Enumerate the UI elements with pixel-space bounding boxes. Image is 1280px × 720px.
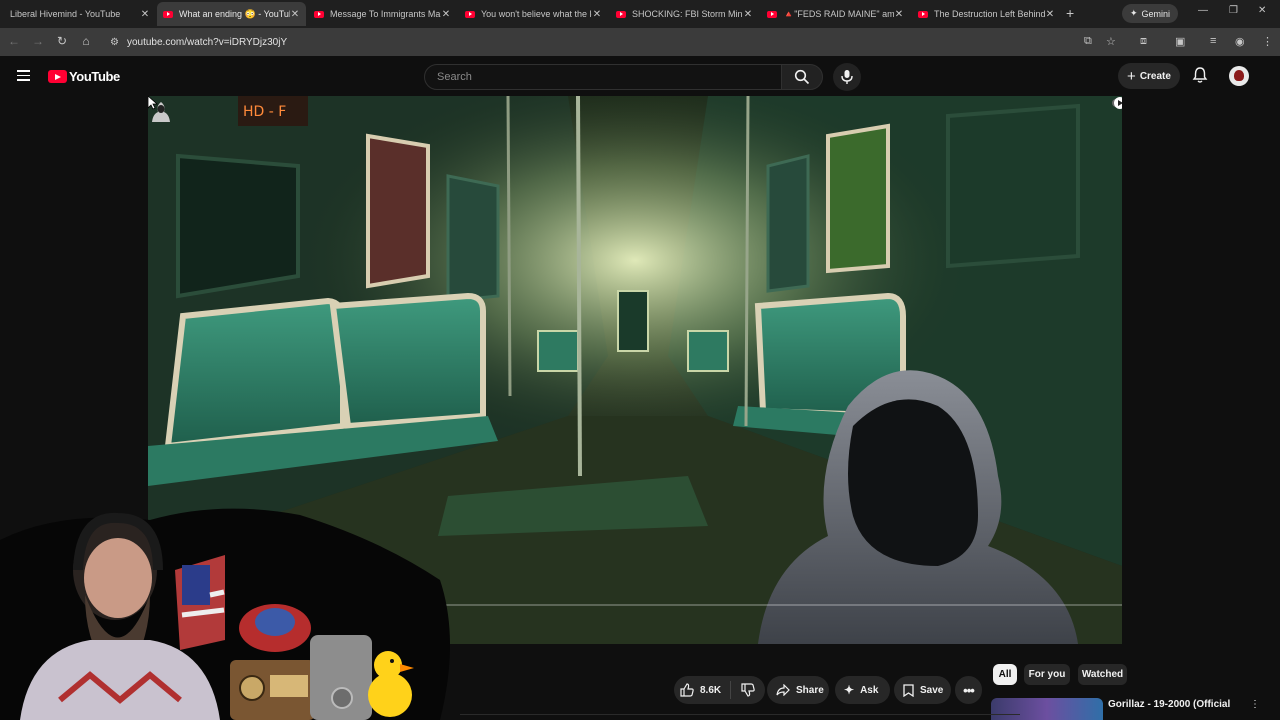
browser-tab-6[interactable]: The Destruction Left Behind ✕ [912, 2, 1061, 26]
youtube-favicon-icon [163, 10, 173, 18]
browser-tab-4[interactable]: SHOCKING: FBI Storm Minne ✕ [610, 2, 759, 26]
search-box[interactable] [424, 64, 782, 90]
tab-close-icon[interactable]: ✕ [140, 9, 150, 20]
notifications-bell-icon[interactable] [1192, 66, 1208, 84]
youtube-masthead: YouTube + Create [0, 56, 1280, 96]
youtube-favicon-icon [314, 10, 324, 18]
tab-title: 🔺"FEDS RAID MAINE" amid [783, 8, 894, 19]
tab-search-icon[interactable]: ▣ [1175, 35, 1185, 48]
search-button[interactable] [781, 64, 823, 90]
forward-icon[interactable]: → [30, 34, 46, 48]
tab-title: SHOCKING: FBI Storm Minne [632, 9, 743, 19]
gemini-button[interactable]: ✦ Gemini [1122, 4, 1179, 23]
browser-tab-3[interactable]: You won't believe what the le ✕ [459, 2, 608, 26]
create-label: Create [1139, 70, 1171, 82]
extensions-icon[interactable]: ⧈ [1140, 35, 1147, 48]
dislike-button[interactable] [731, 683, 765, 697]
profile-icon[interactable]: ◉ [1235, 35, 1245, 48]
back-icon[interactable]: ← [6, 34, 22, 48]
chip-all[interactable]: All [993, 664, 1017, 685]
tab-close-icon[interactable]: ✕ [441, 9, 451, 20]
thumbs-up-icon [680, 683, 694, 697]
new-tab-button[interactable]: + [1066, 5, 1074, 21]
thumbs-down-icon [741, 683, 755, 697]
install-app-icon[interactable]: ⧉ [1084, 35, 1092, 48]
bookmark-icon [903, 683, 914, 697]
restore-icon[interactable]: ❐ [1229, 5, 1238, 16]
window-close-icon[interactable]: ✕ [1258, 5, 1266, 16]
share-arrow-icon [776, 684, 790, 696]
webcam-overlay [0, 500, 460, 720]
create-button[interactable]: + Create [1118, 63, 1180, 89]
svg-text:HD - F: HD - F [243, 104, 286, 120]
home-icon[interactable]: ⌂ [78, 34, 94, 48]
account-avatar[interactable] [1229, 66, 1249, 86]
address-toolbar: ← → ↻ ⌂ ⚙ youtube.com/watch?v=iDRYDjz30j… [0, 28, 1280, 56]
more-vertical-icon[interactable]: ⋮ [1250, 699, 1260, 710]
like-count: 8.6K [700, 684, 722, 696]
tab-close-icon[interactable]: ✕ [592, 9, 602, 20]
youtube-favicon-icon [918, 10, 928, 18]
youtube-favicon-icon [767, 10, 777, 18]
youtube-logo[interactable]: YouTube [48, 69, 120, 84]
gemini-label: Gemini [1141, 8, 1171, 19]
ask-button[interactable]: ✦ Ask [835, 676, 890, 704]
youtube-favicon-icon [465, 10, 475, 18]
recommended-video-title[interactable]: Gorillaz - 19-2000 (Official [1108, 699, 1230, 710]
youtube-favicon-icon [616, 10, 626, 18]
tab-title: The Destruction Left Behind [934, 9, 1045, 19]
microphone-icon [841, 70, 853, 84]
like-button[interactable]: 8.6K [674, 681, 732, 699]
save-label: Save [920, 684, 944, 696]
tab-title: Message To Immigrants Mak [330, 9, 441, 19]
search-icon [794, 69, 810, 85]
youtube-wordmark: YouTube [69, 69, 120, 84]
browser-tab-strip: Liberal Hivemind - YouTube ✕ What an end… [0, 0, 1280, 28]
reload-icon[interactable]: ↻ [54, 34, 70, 48]
recommended-video-thumbnail[interactable] [991, 698, 1103, 720]
youtube-play-logo-icon [48, 70, 67, 83]
like-dislike-group: 8.6K [674, 676, 765, 704]
autoplay-toggle-icon[interactable] [1111, 96, 1122, 110]
share-label: Share [796, 684, 824, 696]
search-input[interactable] [435, 70, 769, 84]
tab-title: You won't believe what the le [481, 9, 592, 19]
voice-search-button[interactable] [833, 63, 861, 91]
gemini-sparkle-icon: ✦ [1130, 8, 1138, 18]
ask-label: Ask [860, 684, 879, 696]
tab-close-icon[interactable]: ✕ [894, 9, 904, 20]
share-button[interactable]: Share [767, 676, 829, 704]
more-horizontal-icon: ••• [963, 682, 975, 698]
minimize-icon[interactable]: — [1198, 5, 1208, 16]
save-button[interactable]: Save [894, 676, 951, 704]
guide-menu-icon[interactable] [17, 70, 30, 84]
chip-watched[interactable]: Watched [1078, 664, 1127, 685]
streamer-webcam-image [0, 508, 450, 720]
site-info-icon[interactable]: ⚙ [110, 37, 119, 48]
hooded-avatar-icon [152, 102, 170, 122]
tab-title: What an ending 😳 - YouTube [179, 8, 290, 19]
browser-tab-5[interactable]: 🔺"FEDS RAID MAINE" amid ✕ [761, 2, 910, 26]
media-controls-icon[interactable]: ≡ [1210, 35, 1216, 47]
tab-close-icon[interactable]: ✕ [290, 9, 300, 20]
plus-icon: + [1127, 67, 1136, 85]
browser-tab-0[interactable]: Liberal Hivemind - YouTube ✕ [4, 2, 156, 26]
chrome-menu-icon[interactable]: ⋮ [1262, 35, 1273, 48]
bookmark-star-icon[interactable]: ☆ [1106, 35, 1116, 48]
sparkle-icon: ✦ [844, 683, 855, 697]
tab-title: Liberal Hivemind - YouTube [10, 9, 121, 19]
tab-close-icon[interactable]: ✕ [743, 9, 753, 20]
divider [460, 714, 1020, 715]
tab-close-icon[interactable]: ✕ [1045, 9, 1055, 20]
chip-for-you[interactable]: For you [1024, 664, 1070, 685]
browser-tab-1[interactable]: What an ending 😳 - YouTube ✕ [157, 2, 306, 26]
address-bar[interactable]: ⚙ youtube.com/watch?v=iDRYDjz30jY [104, 31, 1072, 53]
url-text[interactable]: youtube.com/watch?v=iDRYDjz30jY [127, 37, 287, 48]
browser-tab-2[interactable]: Message To Immigrants Mak ✕ [308, 2, 457, 26]
more-actions-button[interactable]: ••• [955, 676, 982, 704]
